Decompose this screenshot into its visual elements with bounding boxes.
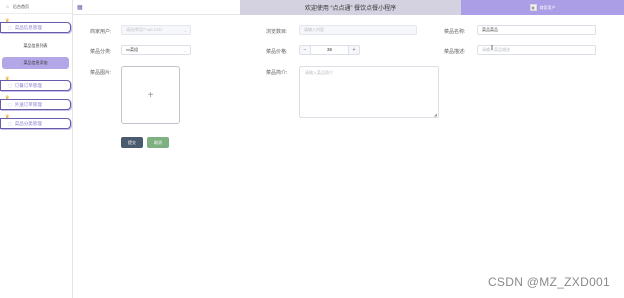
increment-button[interactable]: + (348, 46, 359, 54)
menu-group-dish-info[interactable]: ♛ ▢ 菜品信息管理 (0, 18, 71, 33)
document-icon: ▢ (8, 83, 12, 88)
merchant-label: 商家用户: (90, 29, 112, 35)
price-label: 菜品价格: (266, 49, 288, 55)
plus-icon: + (147, 89, 154, 101)
intro-label: 菜品简介: (266, 70, 288, 76)
sidebar-header[interactable]: ⌂ 后台首页 (0, 0, 72, 14)
menu-group-label: 外送订单管理 (14, 101, 42, 107)
weight-placeholder: 请输入内容 (304, 27, 324, 32)
weight-label: 浏览数目: (266, 29, 288, 35)
category-select[interactable]: xx菜组 ⌄ (121, 45, 191, 55)
watermark: CSDN @MZ_ZXD001 (487, 275, 610, 289)
name-label: 菜品名称: (444, 29, 466, 35)
desc-placeholder: 请输入菜品描述 (482, 47, 510, 52)
crown-icon: ♛ (5, 114, 10, 120)
user-name: 商家用户 (539, 4, 556, 10)
menu-group-category[interactable]: ♛ ▢ 菜品分类管理 (0, 114, 71, 129)
name-value: 菜品菜品 (482, 27, 498, 32)
top-bar: ▦ 欢迎使用 “点点通” 餐饮点餐小程序 ▣ 商家用户 (73, 0, 624, 15)
menu-group-label: 菜品信息管理 (14, 24, 42, 30)
price-stepper[interactable]: − 36 + (299, 45, 360, 55)
document-icon: ▢ (8, 102, 12, 107)
crown-icon: ♛ (5, 18, 10, 24)
chevron-down-icon: ⌄ (183, 48, 187, 53)
price-value[interactable]: 36 (311, 46, 348, 54)
category-value: xx菜组 (126, 47, 138, 52)
menu-group-delivery[interactable]: ♛ ▢ 外送订单管理 (0, 95, 71, 110)
text-cursor-icon: I (491, 45, 493, 52)
desc-label: 菜品描述: (444, 49, 466, 55)
user-menu[interactable]: ▣ 商家用户 (461, 0, 624, 15)
image-label: 菜品图片: (90, 70, 112, 76)
document-icon: ▢ (8, 25, 12, 30)
menu-icon[interactable]: ▦ (77, 4, 83, 11)
document-icon: ▢ (8, 121, 12, 126)
intro-textarea[interactable]: 请输入菜品简介 ◢ (299, 66, 439, 118)
intro-placeholder: 请输入菜品简介 (305, 70, 333, 75)
decrement-button[interactable]: − (300, 46, 311, 54)
sidebar: ⌂ 后台首页 ♛ ▢ 菜品信息管理 菜品信息列表 菜品信息添加 ♛ ▢ 订餐订单… (0, 0, 73, 298)
cancel-button[interactable]: 取消 (147, 137, 169, 148)
desc-input[interactable]: 请输入菜品描述 (477, 45, 596, 55)
menu-group-order[interactable]: ♛ ▢ 订餐订单管理 (0, 76, 71, 91)
sidebar-header-title: 后台首页 (13, 3, 30, 9)
user-icon: ⌂ (6, 3, 10, 10)
category-label: 菜品分类: (90, 49, 112, 55)
menu-group-label: 菜品分类管理 (14, 120, 42, 126)
avatar-icon: ▣ (529, 4, 537, 11)
submit-button[interactable]: 提交 (121, 137, 143, 148)
crown-icon: ♛ (5, 76, 10, 82)
crown-icon: ♛ (5, 95, 10, 101)
sub-item-dish-list[interactable]: 菜品信息列表 (2, 40, 69, 52)
name-input[interactable]: 菜品菜品 (477, 25, 596, 35)
page-title: 欢迎使用 “点点通” 餐饮点餐小程序 (240, 0, 461, 15)
image-uploader[interactable]: + (121, 66, 180, 124)
merchant-select: 请选择用户 sfd 1232 ⌄ (121, 25, 191, 35)
chevron-down-icon: ⌄ (183, 28, 187, 33)
merchant-value: 请选择用户 sfd 1232 (126, 27, 163, 32)
sub-item-dish-add[interactable]: 菜品信息添加 (2, 57, 69, 69)
menu-group-label: 订餐订单管理 (14, 82, 42, 88)
weight-input: 请输入内容 (299, 25, 417, 35)
resize-handle-icon[interactable]: ◢ (434, 112, 437, 117)
top-bar-left: ▦ (73, 0, 240, 15)
